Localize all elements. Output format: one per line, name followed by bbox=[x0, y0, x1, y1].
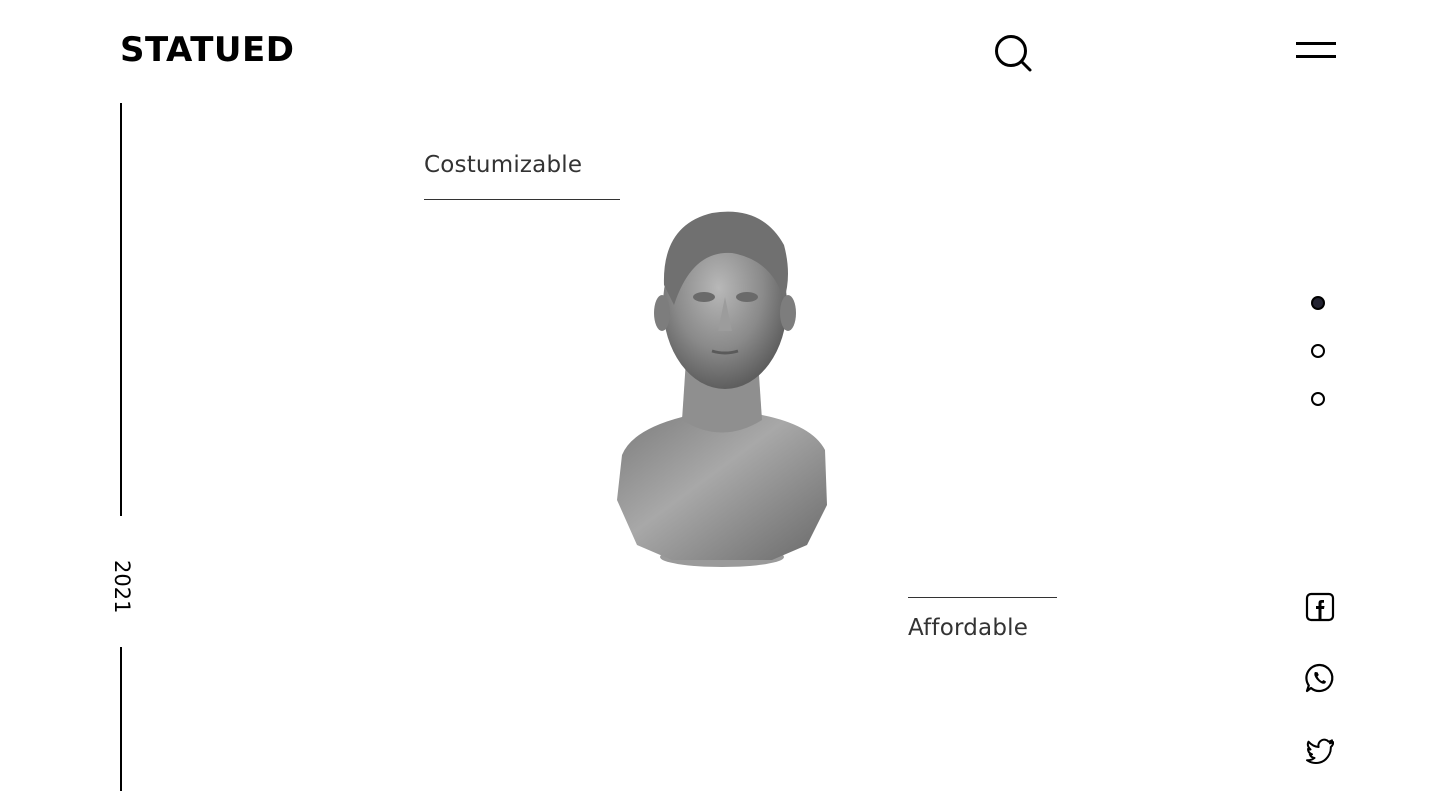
menu-button[interactable] bbox=[1296, 40, 1336, 62]
whatsapp-link[interactable] bbox=[1304, 662, 1336, 694]
hamburger-menu-icon-line bbox=[1296, 55, 1336, 58]
slide-dot-1[interactable] bbox=[1311, 296, 1325, 310]
search-icon bbox=[995, 35, 1032, 72]
statue-bust-image bbox=[612, 205, 832, 571]
label-customizable-rule bbox=[424, 199, 620, 200]
hamburger-menu-icon bbox=[1296, 42, 1336, 45]
label-affordable: Affordable bbox=[908, 615, 1029, 641]
sidebar-line-top bbox=[120, 103, 122, 516]
year-label: 2021 bbox=[110, 560, 134, 614]
slide-dot-2[interactable] bbox=[1311, 344, 1325, 358]
label-customizable: Costumizable bbox=[424, 152, 583, 178]
facebook-icon bbox=[1305, 592, 1335, 622]
twitter-link[interactable] bbox=[1304, 735, 1336, 767]
slide-indicator bbox=[1311, 296, 1329, 440]
site-logo[interactable]: STATUED bbox=[120, 30, 294, 70]
twitter-icon bbox=[1306, 738, 1334, 764]
whatsapp-icon bbox=[1305, 663, 1334, 693]
search-button[interactable] bbox=[993, 33, 1033, 73]
slide-dot-3[interactable] bbox=[1311, 392, 1325, 406]
sidebar-line-bottom bbox=[120, 647, 122, 791]
facebook-link[interactable] bbox=[1304, 591, 1336, 623]
label-affordable-rule bbox=[908, 597, 1057, 598]
